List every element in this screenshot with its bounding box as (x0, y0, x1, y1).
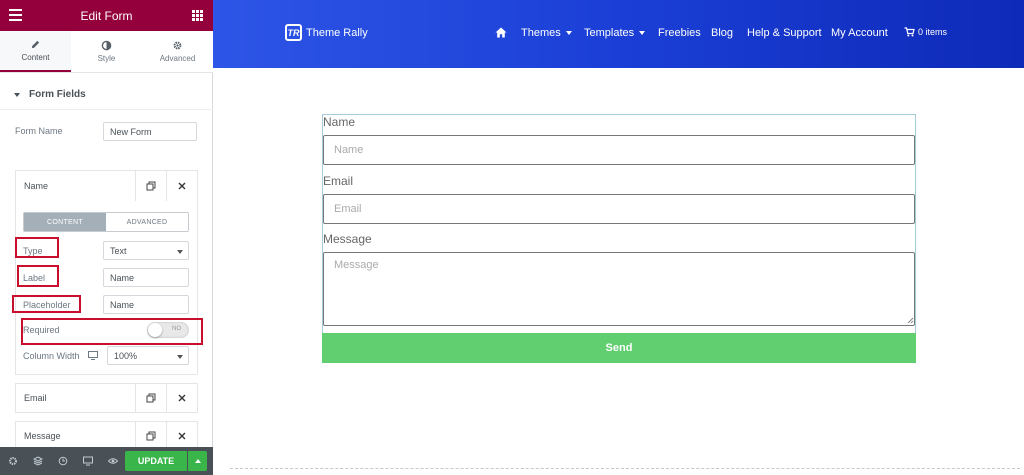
cart-icon (904, 27, 915, 37)
tab-style[interactable]: Style (71, 31, 142, 72)
close-icon[interactable] (166, 422, 197, 450)
close-icon[interactable] (166, 171, 197, 201)
duplicate-icon[interactable] (135, 422, 166, 450)
email-field[interactable]: Email (323, 194, 915, 224)
hamburger-menu-icon[interactable] (9, 9, 22, 21)
tab-advanced[interactable]: Advanced (142, 31, 213, 72)
site-logo[interactable]: TR Theme Rally (285, 24, 368, 41)
desktop-icon[interactable] (88, 351, 98, 360)
responsive-mode-icon[interactable] (75, 447, 100, 475)
update-options-button[interactable] (188, 451, 207, 471)
column-width-label: Column Width (23, 351, 80, 361)
nav-item-help[interactable]: Help & Support (747, 27, 822, 39)
column-width-select[interactable]: 100% (107, 346, 189, 365)
site-header: TR Theme Rally Themes Templates Freebies… (213, 0, 1024, 68)
placeholder-input[interactable]: Name (103, 295, 189, 314)
name-placeholder: Name (334, 144, 364, 156)
nav-item-label: Themes (521, 27, 561, 39)
highlight-label (17, 265, 59, 287)
add-section-dropzone[interactable] (230, 468, 1020, 470)
tab-style-label: Style (97, 54, 116, 63)
highlight-placeholder (12, 295, 81, 313)
tab-content-label: Content (21, 53, 50, 62)
highlight-type (15, 237, 59, 258)
logo-mark: TR (285, 24, 302, 41)
caret-down-icon (639, 31, 646, 35)
type-select[interactable]: Text (103, 241, 189, 260)
contrast-icon (101, 40, 112, 51)
panel-tabs: Content Style Advanced (0, 31, 213, 73)
duplicate-icon[interactable] (135, 171, 166, 201)
type-select-value: Text (110, 245, 127, 256)
page-canvas: Name Name Email Email Message Message Se… (213, 68, 1024, 475)
form-name-label: Form Name (15, 126, 63, 136)
nav-item-freebies[interactable]: Freebies (658, 27, 701, 39)
nav-cart[interactable]: 0 items (904, 27, 947, 37)
highlight-required (21, 318, 203, 345)
tab-content[interactable]: Content (0, 31, 71, 72)
caret-down-icon (565, 31, 572, 35)
gear-icon (173, 41, 182, 50)
editor-panel: Edit Form Content Style Advanced Form Fi… (0, 0, 213, 475)
repeater-item-title: Message (24, 431, 61, 441)
close-icon[interactable] (166, 384, 197, 412)
field-tab-content[interactable]: CONTENT (24, 213, 106, 231)
field-tab-advanced[interactable]: ADVANCED (106, 213, 188, 231)
history-icon[interactable] (50, 447, 75, 475)
form-widget[interactable]: Name Name Email Email Message Message (322, 114, 916, 362)
navigator-icon[interactable] (25, 447, 50, 475)
repeater-item-title: Email (24, 393, 47, 403)
cart-count: 0 items (918, 27, 948, 37)
column-width-value: 100% (114, 350, 138, 361)
pencil-icon (31, 40, 40, 49)
caret-down-icon (14, 92, 20, 97)
settings-icon[interactable] (0, 447, 25, 475)
panel-header: Edit Form (0, 0, 213, 31)
field-label-email: Email (323, 174, 354, 188)
repeater-item-name[interactable]: Name (15, 170, 198, 202)
nav-item-label: Blog (711, 27, 734, 39)
widgets-grid-icon[interactable] (192, 10, 203, 21)
nav-item-label: Help & Support (747, 27, 822, 39)
label-input[interactable]: Name (103, 268, 189, 287)
field-label-name: Name (323, 115, 356, 129)
update-button[interactable]: UPDATE (125, 451, 187, 471)
field-tabs: CONTENT ADVANCED (23, 212, 189, 232)
send-button[interactable]: Send (322, 333, 916, 363)
nav-item-my-account[interactable]: My Account (831, 27, 888, 39)
repeater-item-title: Name (24, 181, 49, 191)
form-name-input[interactable]: New Form (103, 122, 197, 141)
home-icon[interactable] (495, 27, 507, 38)
section-title: Form Fields (29, 89, 86, 100)
logo-name: Theme Rally (306, 26, 368, 39)
email-placeholder: Email (334, 203, 362, 215)
name-field[interactable]: Name (323, 135, 915, 165)
panel-title: Edit Form (80, 8, 133, 23)
field-label-message: Message (323, 232, 372, 246)
tab-advanced-label: Advanced (159, 54, 196, 63)
resize-handle-icon[interactable] (907, 317, 914, 324)
nav-item-blog[interactable]: Blog (711, 27, 733, 39)
repeater-item-email[interactable]: Email (15, 383, 198, 413)
nav-item-label: My Account (831, 27, 888, 39)
nav-item-templates[interactable]: Templates (584, 27, 646, 39)
nav-item-label: Freebies (658, 27, 701, 39)
form-fields-section-toggle[interactable]: Form Fields (0, 80, 213, 110)
nav-item-label: Templates (584, 27, 635, 39)
duplicate-icon[interactable] (135, 384, 166, 412)
preview-eye-icon[interactable] (100, 447, 125, 475)
message-placeholder: Message (334, 259, 379, 271)
message-field[interactable]: Message (323, 252, 915, 326)
nav-item-themes[interactable]: Themes (521, 27, 572, 39)
